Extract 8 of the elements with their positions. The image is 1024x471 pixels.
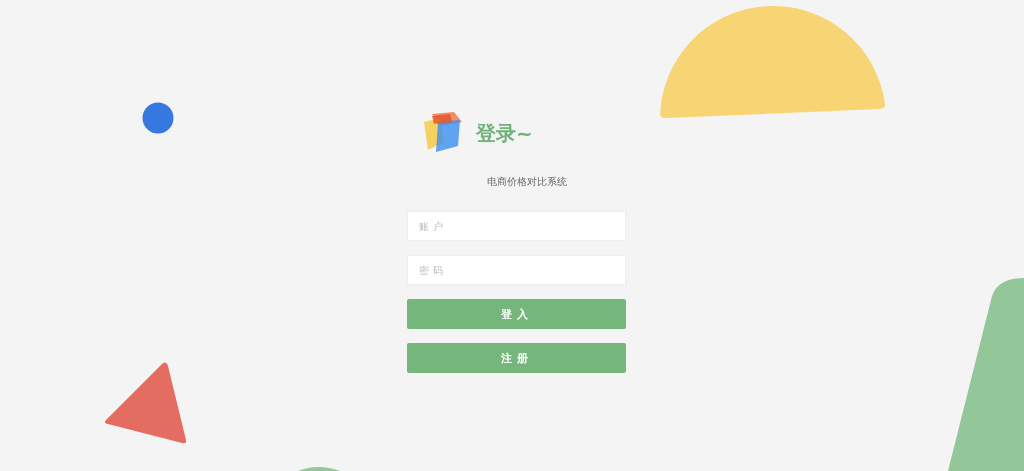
system-subtitle: 电商价格对比系统: [485, 175, 568, 189]
register-button[interactable]: 注册: [407, 343, 626, 373]
login-title: 登录~: [476, 119, 533, 147]
decorative-circle: [142, 102, 174, 134]
account-field[interactable]: 账户: [407, 211, 626, 241]
login-button[interactable]: 登入: [407, 299, 626, 329]
password-field[interactable]: 密码: [407, 255, 626, 285]
decorative-semicircle: [298, 467, 340, 471]
